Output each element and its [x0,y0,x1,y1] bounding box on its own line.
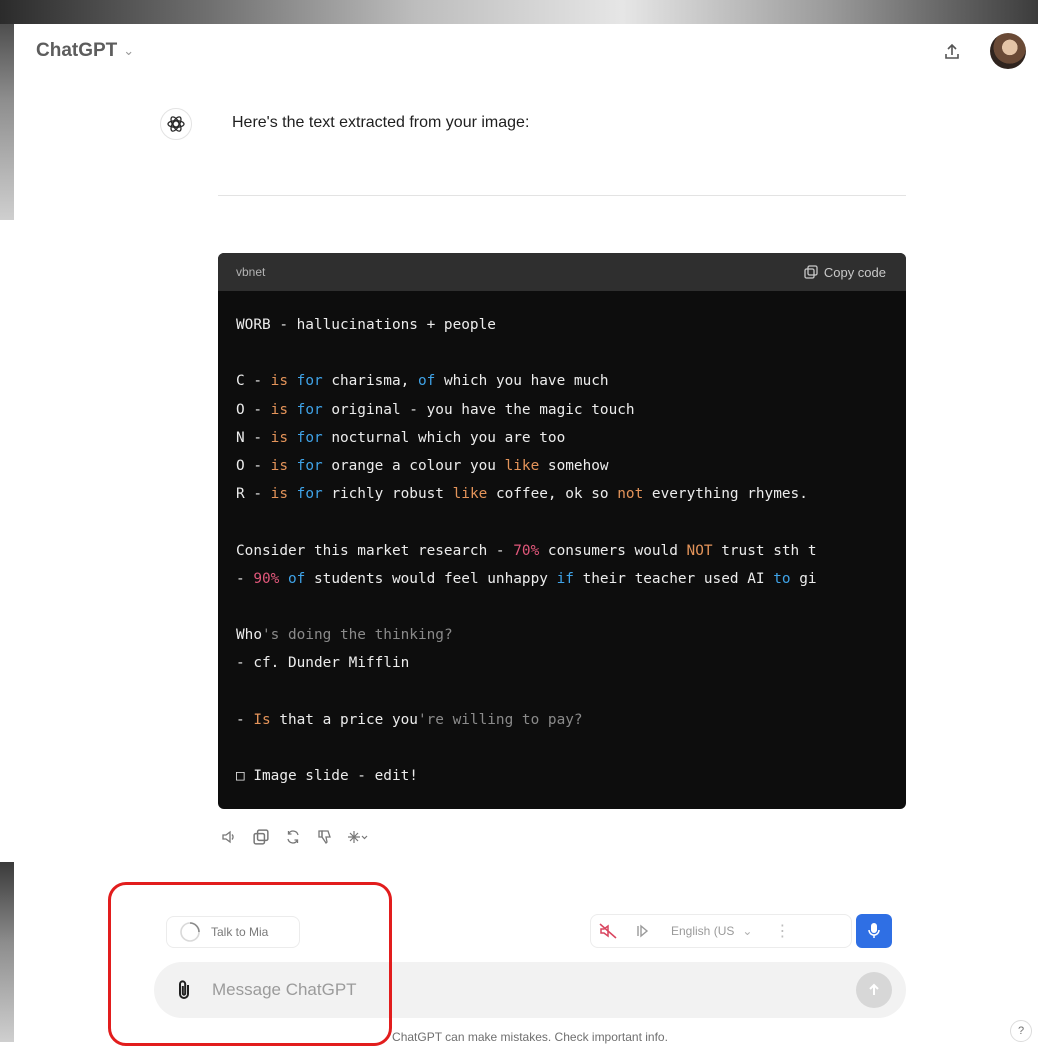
share-button[interactable] [938,38,966,66]
skip-icon [637,924,649,938]
paperclip-icon [179,980,189,999]
message-actions [218,826,368,848]
background-photo-strip [0,0,1038,24]
code-line: O - is for orange a colour you like some… [236,457,609,474]
message-text: Here's the text extracted from your imag… [232,114,530,131]
code-body: WORB - hallucinations + people C - is for… [218,291,906,790]
copy-icon [253,829,269,845]
thumbs-down-icon [318,830,331,845]
code-block: vbnet Copy code WORB - hallucinations + … [218,253,906,809]
model-switch-button[interactable] [346,826,368,848]
code-line: C - is for charisma, of which you have m… [236,373,609,390]
copy-code-label: Copy code [823,264,886,280]
microphone-icon [868,923,880,938]
speaker-muted-icon [599,923,617,939]
talk-to-mia-button[interactable]: Talk to Mia [166,916,300,948]
disclaimer: ChatGPT can make mistakes. Check importa… [392,1030,668,1044]
arrow-up-icon [869,983,879,995]
avatar[interactable] [990,33,1026,69]
microphone-button[interactable] [856,914,892,948]
code-line: □ Image slide - edit! [236,768,418,784]
voice-toolbar: English (US ⌄ ⋮ [590,914,852,948]
copy-message-button[interactable] [250,826,272,848]
assistant-message: Here's the text extracted from your imag… [160,108,529,140]
background-photo-bottom [0,862,14,1042]
code-line: - cf. Dunder Mifflin [236,655,410,672]
code-line: N - is for nocturnal which you are too [236,429,566,446]
language-select[interactable]: English (US ⌄ [671,924,752,938]
read-aloud-button[interactable] [218,826,240,848]
send-button[interactable] [856,972,892,1008]
code-line: Who's doing the thinking? [236,627,453,644]
model-selector[interactable]: ChatGPT ⌄ [36,40,134,62]
model-name: ChatGPT [36,40,118,61]
regenerate-button[interactable] [282,826,304,848]
share-icon [945,43,959,59]
refresh-icon [287,830,299,844]
more-options-icon[interactable]: ⋮ [774,921,790,941]
chatgpt-logo-icon [160,108,192,140]
mute-button[interactable] [591,915,625,947]
message-composer [154,962,906,1018]
code-header: vbnet Copy code [218,253,906,291]
divider [218,195,906,196]
code-line: O - is for original - you have the magic… [236,401,635,418]
message-input[interactable] [212,962,832,1018]
copy-icon [804,265,818,279]
help-button[interactable]: ? [1010,1020,1032,1042]
chevron-down-icon: ⌄ [123,43,135,58]
talk-label: Talk to Mia [211,925,269,939]
code-line: R - is for richly robust like coffee, ok… [236,486,808,503]
code-line: Consider this market research - 70% cons… [236,542,817,559]
chevron-down-icon: ⌄ [742,924,753,938]
skip-button[interactable] [625,915,659,947]
code-line: WORB - hallucinations + people [236,317,496,333]
code-language: vbnet [236,265,266,279]
attach-button[interactable] [172,978,196,1002]
header: ChatGPT ⌄ [14,24,1038,80]
background-photo-top [0,0,14,220]
code-line: - 90% of students would feel unhappy if … [236,570,817,587]
language-label: English (US [671,924,735,938]
thumbs-down-button[interactable] [314,826,336,848]
speaker-icon [222,830,234,844]
chatgpt-window: ChatGPT ⌄ Here's the text extracted from… [14,24,1038,1053]
loading-ring-icon [180,922,200,942]
copy-code-button[interactable]: Copy code [804,265,886,280]
code-line: - Is that a price you're willing to pay? [236,711,583,728]
sparkle-icon [348,831,368,843]
